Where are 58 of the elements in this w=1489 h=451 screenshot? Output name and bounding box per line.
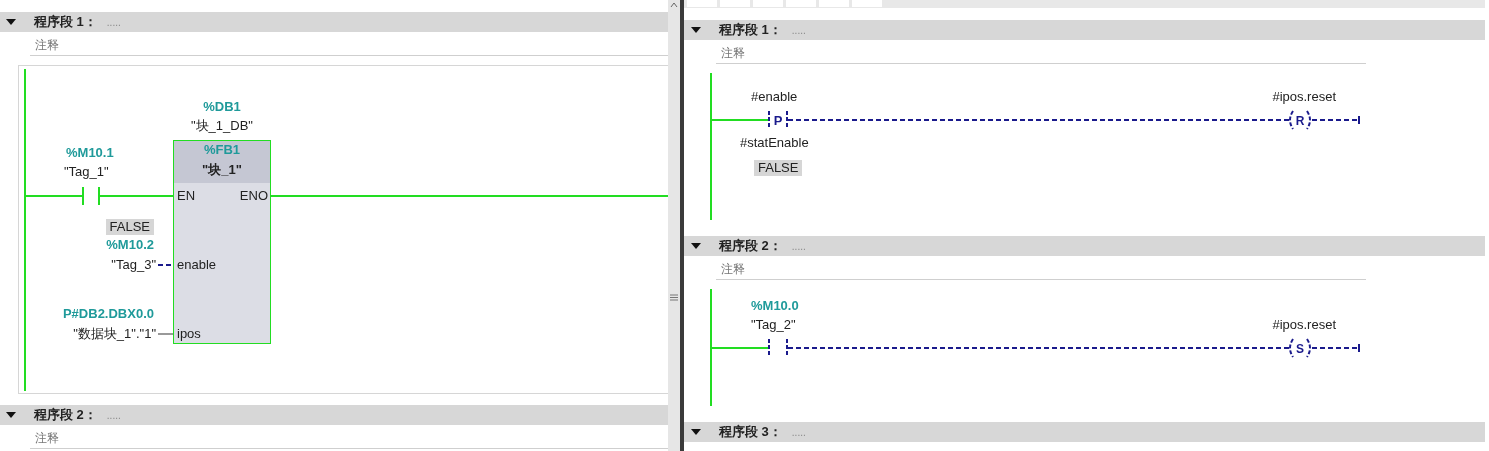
collapse-icon[interactable] [691, 428, 701, 436]
title-field[interactable]: ..... [106, 16, 121, 28]
comment-field[interactable]: 注释 [716, 259, 1366, 280]
pin-label: ENO [239, 188, 268, 204]
network-title: 程序段 2： [34, 406, 97, 424]
scroll-up-icon[interactable] [669, 0, 679, 10]
coil-symbol [1289, 338, 1311, 358]
coil-operand: #ipos.reset [1272, 89, 1336, 105]
edge-type-label: P [773, 113, 783, 128]
collapse-icon[interactable] [6, 411, 16, 419]
collapse-icon[interactable] [691, 242, 701, 250]
wire [157, 264, 174, 266]
grip-icon[interactable] [670, 294, 678, 301]
network-title: 程序段 2： [719, 237, 782, 255]
operand-address: P#DB2.DBX0.0 [62, 306, 154, 322]
wire [710, 119, 770, 121]
collapse-icon[interactable] [6, 18, 16, 26]
monitor-value: FALSE [105, 219, 154, 235]
wire [1311, 343, 1360, 353]
contact-address: %M10.0 [751, 298, 799, 314]
pin-label: EN [177, 188, 196, 204]
operand-address: %M10.2 [106, 237, 154, 253]
title-field[interactable]: ..... [791, 426, 806, 438]
pin-label: enable [177, 257, 217, 273]
contact-symbol [768, 110, 788, 130]
instance-name: "块_1_DB" [190, 118, 254, 134]
comment-field[interactable]: 注释 [30, 428, 668, 449]
coil-symbol [1289, 110, 1311, 130]
coil-operand: #ipos.reset [1272, 317, 1336, 333]
title-field[interactable]: ..... [106, 409, 121, 421]
network-title: 程序段 1： [719, 21, 782, 39]
block-address: %FB1 [202, 142, 242, 158]
title-field[interactable]: ..... [791, 240, 806, 252]
title-field[interactable]: ..... [791, 24, 806, 36]
coil-type-label: S [1296, 342, 1304, 356]
wire [1311, 115, 1360, 125]
edge-memory-operand: #statEnable [740, 135, 809, 151]
wire [710, 347, 770, 349]
network-title: 程序段 3： [719, 423, 782, 441]
pin-label: ipos [177, 326, 201, 342]
operand-name: "数据块_1"."1" [73, 326, 156, 342]
wire [24, 195, 84, 197]
comment-field[interactable]: 注释 [30, 35, 668, 56]
contact-symbol [82, 186, 100, 206]
instance-address: %DB1 [202, 99, 242, 115]
collapse-icon[interactable] [691, 26, 701, 34]
contact-address: %M10.1 [66, 145, 114, 161]
comment-field[interactable]: 注释 [716, 43, 1366, 64]
operand-name: "Tag_3" [111, 257, 156, 273]
network-title: 程序段 1： [34, 13, 97, 31]
monitor-value: FALSE [754, 160, 803, 176]
coil-type-label: R [1295, 114, 1305, 128]
block-name: "块_1" [201, 162, 243, 178]
wire [157, 333, 174, 335]
contact-name: "Tag_1" [64, 164, 109, 180]
contact-operand: #enable [751, 89, 798, 105]
contact-name: "Tag_2" [751, 317, 796, 333]
contact-symbol [768, 338, 788, 358]
